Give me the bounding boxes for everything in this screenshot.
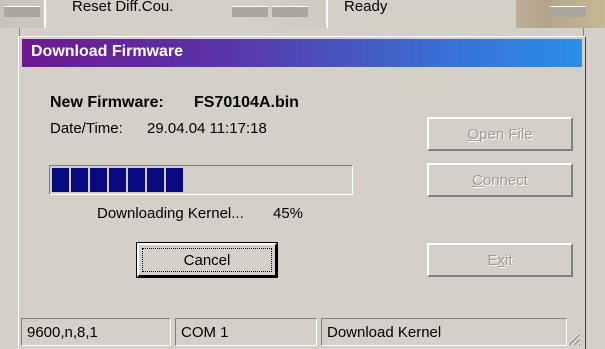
background-right-edge [583, 28, 605, 349]
background-left-edge [0, 28, 20, 349]
background-tab [550, 6, 586, 17]
status-bar: 9600,n,8,1 COM 1 Download Kernel [19, 316, 585, 349]
connect-button[interactable]: Connect [427, 163, 573, 197]
progress-block [166, 168, 183, 192]
progress-block [71, 168, 88, 192]
progress-block [128, 168, 145, 192]
cancel-focus-rect: Cancel [142, 248, 272, 272]
exit-label: it [505, 251, 513, 269]
progress-block [109, 168, 126, 192]
open-file-accel: O [467, 125, 480, 143]
connect-accel: C [472, 171, 483, 189]
datetime-label: Date/Time: [50, 120, 123, 137]
cancel-button[interactable]: Cancel [136, 242, 278, 278]
progress-percent-text: 45% [273, 205, 304, 222]
progress-bar [49, 165, 353, 195]
background-tab [232, 6, 268, 17]
exit-accel: x [497, 251, 506, 269]
open-file-button[interactable]: Open File [427, 117, 573, 151]
download-firmware-dialog: Download Firmware New Firmware: FS70104A… [18, 36, 586, 349]
datetime-value: 29.04.04 11:17:18 [147, 120, 267, 137]
screen: Reset Diff.Cou. Ready Download Firmware … [0, 0, 605, 349]
new-firmware-filename: FS70104A.bin [194, 94, 299, 111]
connect-label: onnect [482, 171, 528, 189]
background-tab [4, 6, 40, 17]
background-cell-right: Ready [326, 0, 516, 28]
background-tab [272, 6, 308, 17]
dialog-title: Download Firmware [31, 43, 184, 60]
background-cell-left: Reset Diff.Cou. [44, 0, 224, 28]
status-port-settings: 9600,n,8,1 [21, 318, 171, 346]
cancel-button-label: Cancel [183, 251, 231, 269]
new-firmware-label: New Firmware: [50, 94, 164, 111]
background-right-text: Ready [344, 0, 388, 15]
title-bar[interactable]: Download Firmware [22, 39, 582, 67]
status-port: COM 1 [175, 318, 317, 346]
exit-button[interactable]: Exit [427, 243, 573, 277]
progress-status-text: Downloading Kernel... [97, 205, 244, 222]
exit-prefix: E [487, 251, 498, 269]
background-app-strip: Reset Diff.Cou. Ready [0, 0, 605, 28]
progress-block [52, 168, 69, 192]
progress-fill [52, 168, 183, 192]
progress-block [90, 168, 107, 192]
progress-block [147, 168, 164, 192]
open-file-label: pen File [479, 125, 533, 143]
status-state: Download Kernel [321, 318, 567, 346]
background-left-text: Reset Diff.Cou. [72, 0, 174, 15]
resize-grip-icon[interactable] [565, 330, 581, 346]
